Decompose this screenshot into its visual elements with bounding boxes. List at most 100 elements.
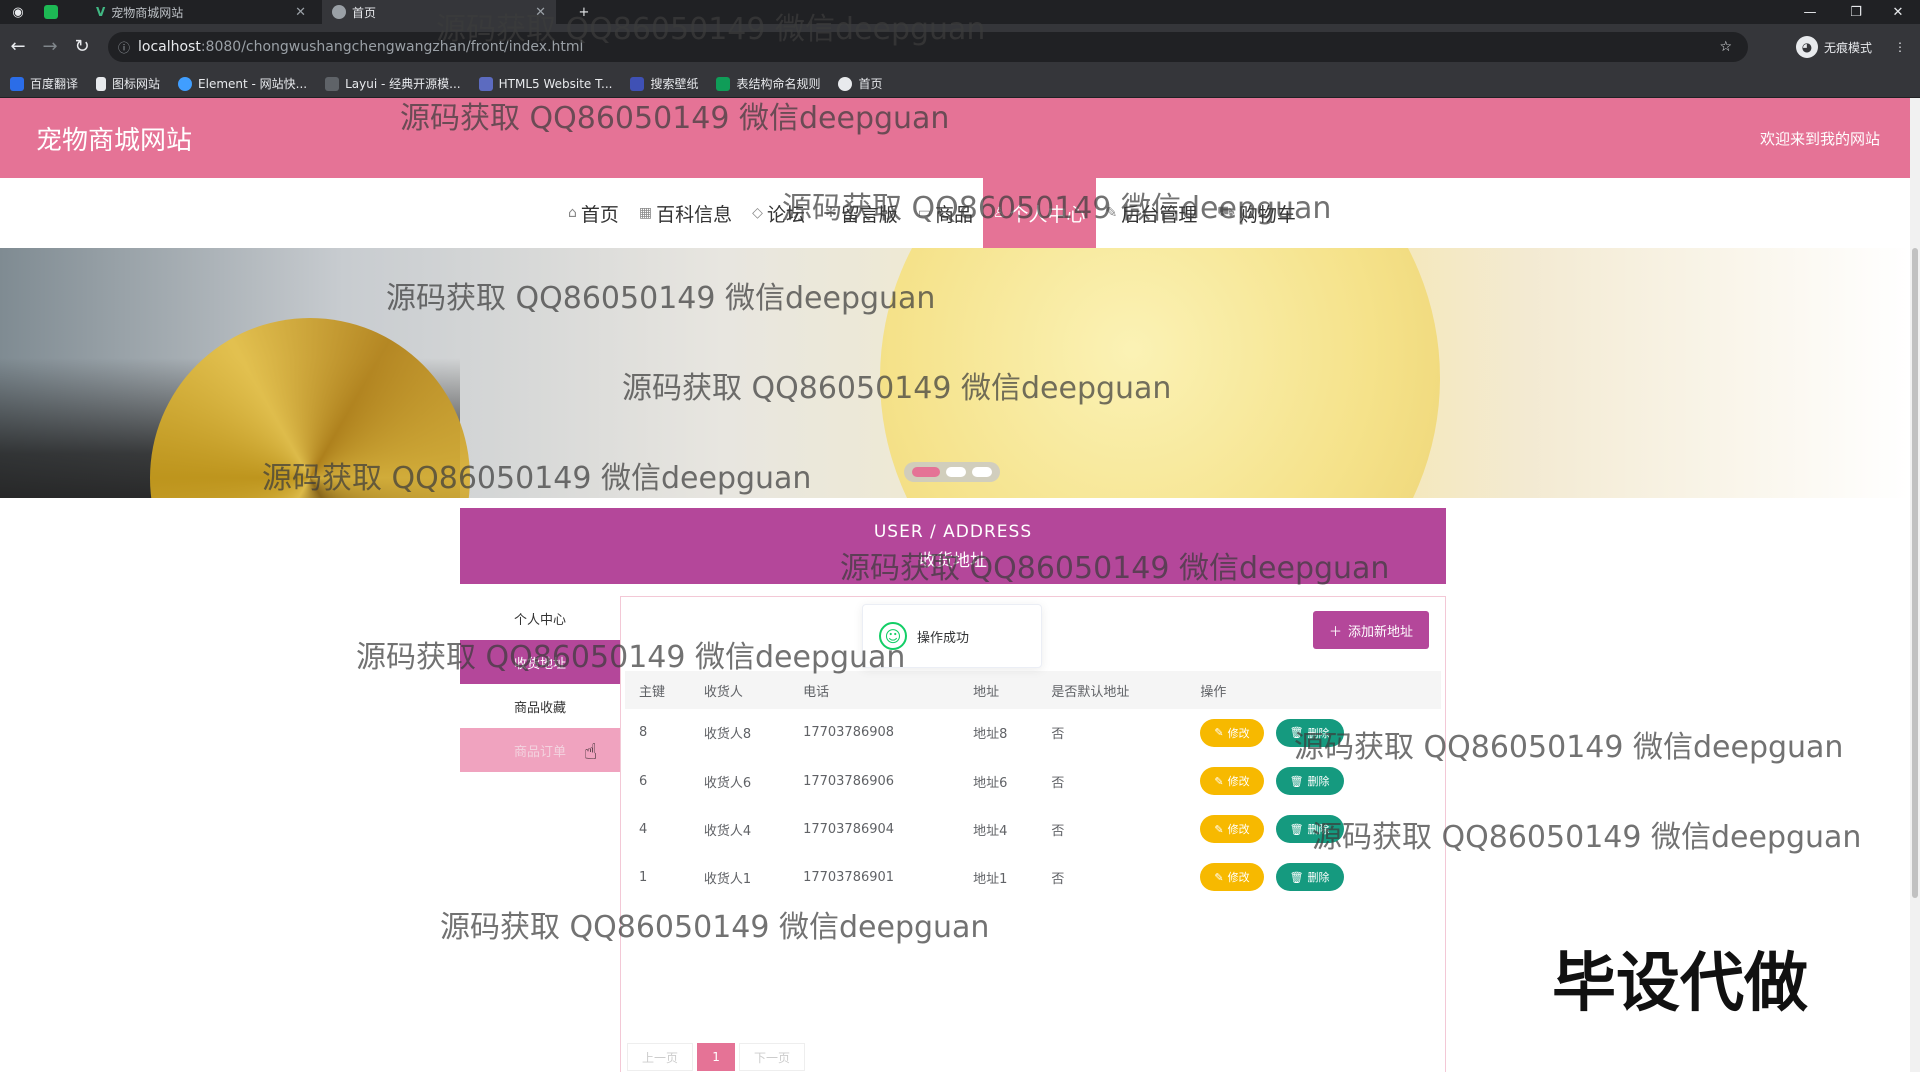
info-icon[interactable]: ⓘ <box>118 39 130 56</box>
plus-icon: ＋ <box>1328 624 1342 640</box>
cell-id: 4 <box>625 805 690 854</box>
add-address-label: 添加新地址 <box>1347 624 1413 640</box>
tab-title: 宠物商城网站 <box>111 5 184 20</box>
bookmark-label: 百度翻译 <box>30 77 79 91</box>
forward-icon[interactable]: → <box>38 34 62 58</box>
cell-name: 收货人4 <box>689 805 790 854</box>
tab-home[interactable]: 首页 ✕ <box>322 0 556 24</box>
bookmark-item[interactable]: 百度翻译 <box>10 75 78 92</box>
nav-item-user-center[interactable]: ♙ 个人中心 <box>982 178 1096 248</box>
hand-cursor-icon: ☝ <box>584 740 598 765</box>
nav-item-home[interactable]: ⌂ 首页 <box>558 178 629 248</box>
close-window-icon[interactable]: ✕ <box>1876 0 1920 24</box>
nav-item-messages[interactable]: ✻ 留言版 <box>815 178 908 248</box>
delete-button[interactable]: 🗑 删除 <box>1275 815 1344 843</box>
nav-label: 后台管理 <box>1121 203 1198 226</box>
bookmark-item[interactable]: 首页 <box>838 75 883 92</box>
nav-item-encyclopedia[interactable]: ▦ 百科信息 <box>629 178 742 248</box>
delete-button[interactable]: 🗑 删除 <box>1275 863 1344 891</box>
table-row: 6 收货人6 17703786906 地址6 否 ✎ 修改 🗑 删除 <box>625 757 1441 806</box>
edit-button[interactable]: ✎ 修改 <box>1200 767 1264 795</box>
column-header: 电话 <box>789 671 960 709</box>
sidebar-item-address[interactable]: 收货地址 <box>460 640 620 684</box>
nav-item-goods[interactable]: ▭ 商品 <box>908 178 983 248</box>
edit-label: 修改 <box>1227 726 1250 740</box>
cell-default: 否 <box>1037 757 1187 806</box>
delete-button[interactable]: 🗑 删除 <box>1275 767 1344 795</box>
new-tab-icon[interactable]: + <box>562 0 606 24</box>
browser-more-icon[interactable]: ⋮ <box>1894 40 1906 54</box>
column-header: 主键 <box>625 671 690 709</box>
close-tab-icon[interactable]: ✕ <box>295 5 306 20</box>
site-title[interactable]: 宠物商城网站 <box>36 120 192 157</box>
section-title-en: USER / ADDRESS <box>873 522 1033 542</box>
sidebar-item-favorites[interactable]: 商品收藏 <box>460 684 620 728</box>
prev-page-button[interactable]: 上一页 <box>627 1043 694 1071</box>
cell-name: 收货人1 <box>689 853 790 902</box>
page-scrollbar[interactable] <box>1910 98 1920 1072</box>
nav-label: 购物车 <box>1238 203 1296 226</box>
bookmark-label: HTML5 Website T... <box>498 76 613 91</box>
bookmark-label: Layui - 经典开源模... <box>345 77 461 91</box>
delete-label: 删除 <box>1307 775 1330 788</box>
trash-icon: 🗑 <box>1289 774 1304 788</box>
carousel-dot[interactable] <box>946 467 966 477</box>
table-row: 8 收货人8 17703786908 地址8 否 ✎ 修改 🗑 删除 <box>625 709 1441 758</box>
bookmark-item[interactable]: 图标网站 <box>96 75 160 92</box>
welcome-text: 欢迎来到我的网站 <box>1759 130 1880 148</box>
bookmark-item[interactable]: HTML5 Website T... <box>478 76 613 91</box>
carousel-dot-active[interactable] <box>912 467 940 477</box>
pinned-tab[interactable] <box>40 0 62 24</box>
add-address-button[interactable]: ＋ 添加新地址 <box>1312 611 1429 649</box>
cell-actions: ✎ 修改 🗑 删除 <box>1186 853 1441 902</box>
bookmark-star-icon[interactable]: ☆ <box>1719 39 1732 55</box>
reload-icon[interactable]: ↻ <box>70 34 94 58</box>
edit-button[interactable]: ✎ 修改 <box>1200 815 1264 843</box>
next-page-button[interactable]: 下一页 <box>739 1043 806 1071</box>
delete-label: 删除 <box>1307 871 1330 884</box>
restore-icon[interactable]: ❐ <box>1834 0 1878 24</box>
bookmark-item[interactable]: Element - 网站快... <box>178 75 307 92</box>
minimize-icon[interactable]: — <box>1788 0 1832 24</box>
edit-button[interactable]: ✎ 修改 <box>1200 863 1264 891</box>
nav-item-forum[interactable]: ◇ 论坛 <box>742 178 815 248</box>
bookmark-item[interactable]: 表结构命名规则 <box>716 75 820 92</box>
nav-item-cart[interactable]: ⛟ 购物车 <box>1207 178 1306 248</box>
html5-icon <box>478 76 493 91</box>
cart-icon: ⛟ <box>1217 204 1235 220</box>
bookmark-item[interactable]: Layui - 经典开源模... <box>325 75 461 92</box>
close-tab-icon[interactable]: ✕ <box>535 5 546 20</box>
delete-label: 删除 <box>1307 823 1330 836</box>
page-content: 宠物商城网站 欢迎来到我的网站 ⌂ 首页 ▦ 百科信息 ◇ 论坛 ✻ 留言版 ▭ 商品 ♙… <box>0 98 1920 1072</box>
edit-label: 修改 <box>1227 871 1250 884</box>
tab-shop-site[interactable]: V 宠物商城网站 ✕ <box>86 0 316 24</box>
delete-button[interactable]: 🗑 删除 <box>1275 718 1344 747</box>
tag-icon: ◇ <box>752 205 763 221</box>
url-field[interactable]: ⓘ localhost :8080/chongwushangchengwangz… <box>108 32 1748 62</box>
bookmark-item[interactable]: 搜索壁纸 <box>630 75 698 92</box>
trash-icon: 🗑 <box>1289 822 1304 836</box>
grid-icon: ▦ <box>638 205 653 221</box>
cell-address: 地址8 <box>959 709 1038 758</box>
sidebar-item-user-center[interactable]: 个人中心 <box>460 596 620 640</box>
banner-moon-image <box>880 248 1440 498</box>
banner-carousel[interactable] <box>0 248 1910 498</box>
column-header: 地址 <box>959 671 1038 709</box>
back-icon[interactable]: ← <box>6 34 30 58</box>
pencil-icon: ✎ <box>1214 822 1224 836</box>
page-number-button[interactable]: 1 <box>697 1043 736 1071</box>
cell-phone: 17703786908 <box>789 709 960 758</box>
incognito-indicator[interactable]: ◕ 无痕模式 ⋮ <box>1796 34 1906 60</box>
bookmark-label: 搜索壁纸 <box>650 77 699 91</box>
address-table: 主键 收货人 电话 地址 是否默认地址 操作 8 收货人8 1770378690… <box>625 671 1441 902</box>
trash-icon: 🗑 <box>1289 726 1304 740</box>
carousel-dot[interactable] <box>972 467 992 477</box>
cell-default: 否 <box>1037 805 1187 854</box>
browser-menu-icon[interactable]: ◉ <box>0 0 36 24</box>
cell-name: 收货人6 <box>689 757 790 806</box>
nav-item-admin[interactable]: ✎ 后台管理 <box>1096 178 1208 248</box>
scrollbar-thumb[interactable] <box>1912 248 1918 898</box>
column-header: 是否默认地址 <box>1037 671 1187 709</box>
cell-phone: 17703786901 <box>789 853 960 902</box>
edit-button[interactable]: ✎ 修改 <box>1200 718 1264 747</box>
